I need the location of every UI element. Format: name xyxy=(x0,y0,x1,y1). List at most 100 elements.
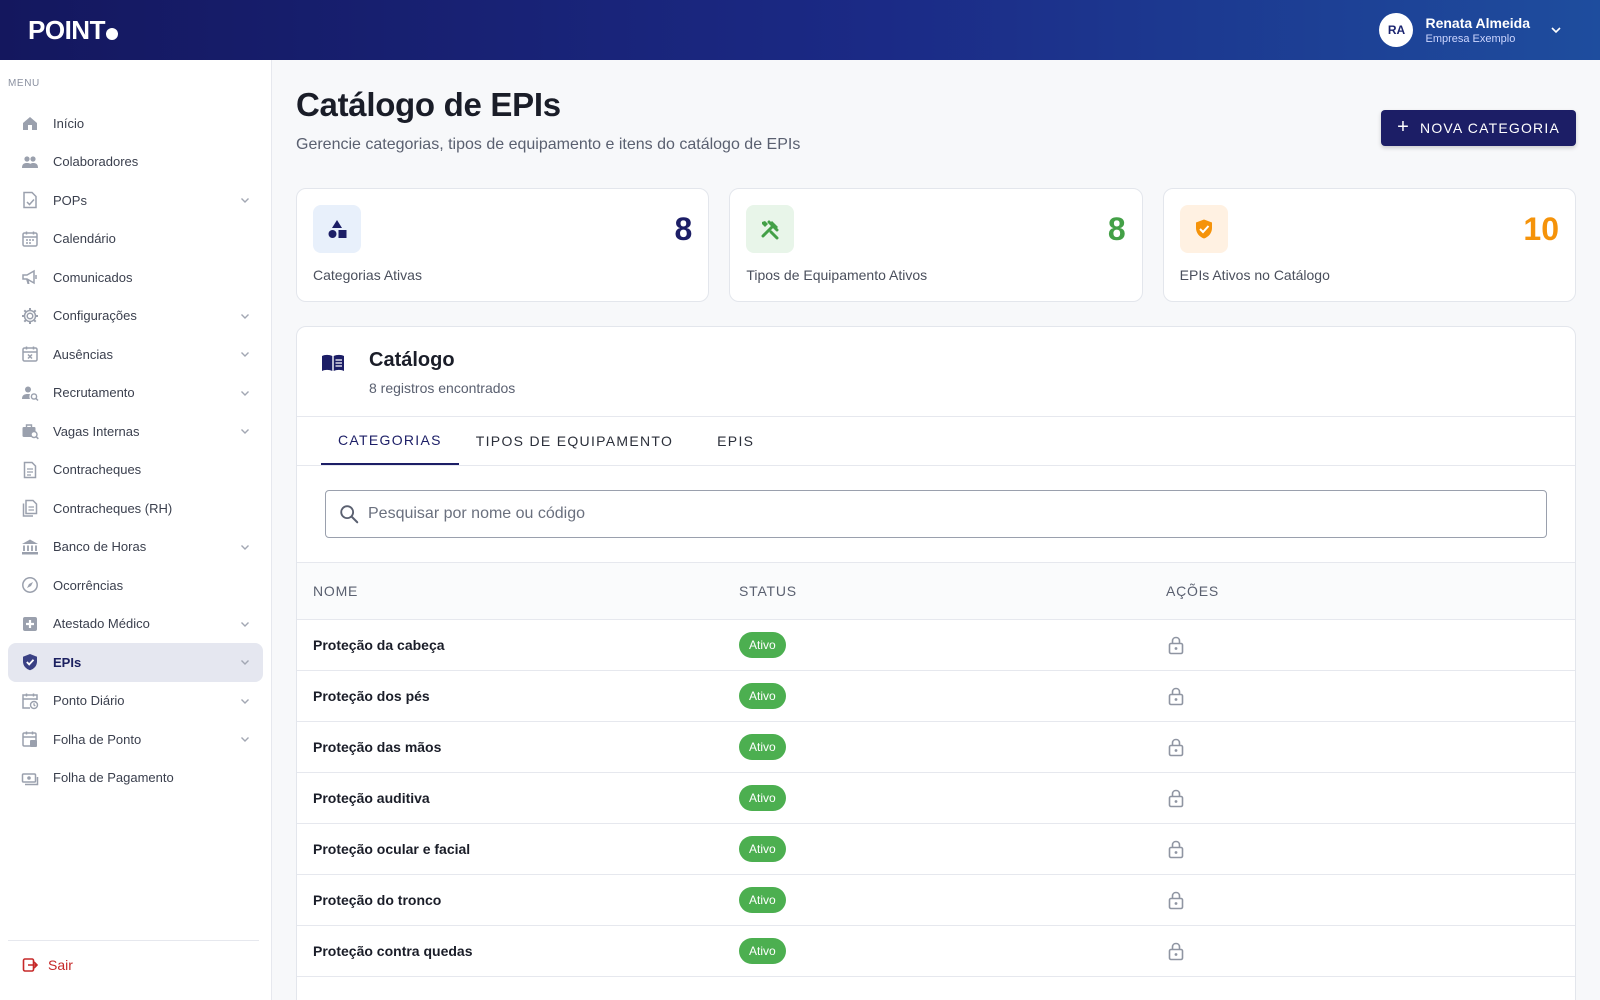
sidebar-item-label: Ausências xyxy=(53,346,113,362)
calendar-x-icon xyxy=(21,345,39,363)
tab-epis[interactable]: EPIS xyxy=(700,417,771,465)
status-badge: Ativo xyxy=(739,784,786,811)
user-company: Empresa Exemplo xyxy=(1425,33,1516,45)
chevron-down-icon[interactable] xyxy=(239,425,251,437)
sidebar-item-label: Comunicados xyxy=(53,269,133,285)
cell-name: Proteção do tronco xyxy=(313,891,442,908)
chevron-down-icon[interactable] xyxy=(239,618,251,630)
chevron-down-icon[interactable] xyxy=(239,541,251,553)
status-badge: Ativo xyxy=(739,886,786,913)
cell-status: Ativo xyxy=(723,721,1150,772)
sidebar-item-banco-de-horas[interactable]: Banco de Horas xyxy=(8,528,263,567)
chevron-down-icon[interactable] xyxy=(239,348,251,360)
sidebar-item-comunicados[interactable]: Comunicados xyxy=(8,258,263,297)
catalog-count: 8 registros encontrados xyxy=(369,380,516,396)
logo[interactable]: POINT xyxy=(28,15,118,46)
table-row[interactable]: Proteção auditiva Ativo xyxy=(297,772,1575,823)
lock-icon[interactable] xyxy=(1166,890,1186,910)
column-header-status[interactable]: STATUS xyxy=(723,563,1150,619)
logo-dot xyxy=(105,28,118,40)
catalog-card: Catálogo 8 registros encontrados CATEGOR… xyxy=(296,326,1576,1000)
chevron-down-icon[interactable] xyxy=(239,387,251,399)
chevron-down-icon[interactable] xyxy=(1550,24,1562,36)
chevron-down-icon[interactable] xyxy=(239,733,251,745)
stat-card-catalog-epis: 10 EPIs Ativos no Catálogo xyxy=(1162,188,1576,302)
sidebar-item-recrutamento[interactable]: Recrutamento xyxy=(8,374,263,413)
sidebar-nav: Início Colaboradores POPs Calendário Comunic… xyxy=(0,104,271,797)
avatar: RA xyxy=(1379,13,1414,47)
sidebar-item-pops[interactable]: POPs xyxy=(8,181,263,220)
stat-label: Categorias Ativas xyxy=(313,267,422,283)
cell-actions xyxy=(1150,670,1575,721)
lock-icon[interactable] xyxy=(1166,941,1186,961)
receipt-stack-icon xyxy=(21,499,39,517)
table-row[interactable]: Proteção ocular e facial Ativo xyxy=(297,823,1575,874)
cell-name: Proteção contra quedas xyxy=(313,942,473,959)
lock-icon[interactable] xyxy=(1166,737,1186,757)
table-row[interactable]: Proteção contra quedas Ativo xyxy=(297,925,1575,976)
user-menu[interactable]: RA Renata Almeida Empresa Exemplo xyxy=(1379,13,1562,47)
sidebar-item-inicio[interactable]: Início xyxy=(8,104,263,143)
sidebar-item-label: EPIs xyxy=(53,654,82,670)
table-row[interactable] xyxy=(297,976,1575,1000)
sidebar-item-ocorrencias[interactable]: Ocorrências xyxy=(8,566,263,605)
sidebar-item-folha-de-pagamento[interactable]: Folha de Pagamento xyxy=(8,759,263,798)
column-header-name[interactable]: NOME xyxy=(297,563,723,619)
stat-icon-wrap xyxy=(1179,205,1228,253)
sidebar-item-colaboradores[interactable]: Colaboradores xyxy=(8,143,263,182)
table-row[interactable]: Proteção das mãos Ativo xyxy=(297,721,1575,772)
chevron-down-icon[interactable] xyxy=(239,695,251,707)
status-badge: Ativo xyxy=(739,733,786,760)
tab-equipment-types[interactable]: TIPOS DE EQUIPAMENTO xyxy=(459,417,690,465)
sidebar-item-label: Calendário xyxy=(53,231,116,247)
cell-status: Ativo xyxy=(723,619,1150,670)
lock-icon[interactable] xyxy=(1166,635,1186,655)
compass-icon xyxy=(21,576,39,594)
cell-status xyxy=(723,976,1150,1000)
cell-name: Proteção dos pés xyxy=(313,687,430,704)
status-badge: Ativo xyxy=(739,631,786,658)
logout-label: Sair xyxy=(48,957,73,973)
megaphone-icon xyxy=(21,268,39,286)
cell-status: Ativo xyxy=(723,925,1150,976)
chevron-down-icon[interactable] xyxy=(239,194,251,206)
sidebar-item-configuracoes[interactable]: Configurações xyxy=(8,297,263,336)
sidebar-item-label: Folha de Pagamento xyxy=(53,770,174,786)
new-category-button[interactable]: + NOVA CATEGORIA xyxy=(1381,110,1576,146)
lock-icon[interactable] xyxy=(1166,686,1186,706)
shield-check-icon xyxy=(21,653,39,671)
sidebar-item-atestado-medico[interactable]: Atestado Médico xyxy=(8,605,263,644)
cell-name: Proteção ocular e facial xyxy=(313,840,471,857)
tab-categories[interactable]: CATEGORIAS xyxy=(321,417,459,465)
table-header-row: NOME STATUS AÇÕES xyxy=(297,563,1575,619)
sidebar-item-contracheques-rh[interactable]: Contracheques (RH) xyxy=(8,489,263,528)
chevron-down-icon[interactable] xyxy=(239,656,251,668)
sidebar-item-vagas-internas[interactable]: Vagas Internas xyxy=(8,412,263,451)
sidebar-footer: Sair xyxy=(8,940,259,973)
sidebar-item-label: Banco de Horas xyxy=(53,539,147,555)
chevron-down-icon[interactable] xyxy=(239,310,251,322)
cell-name: Proteção auditiva xyxy=(313,789,430,806)
search-box[interactable] xyxy=(325,490,1547,538)
payments-icon xyxy=(21,769,39,787)
cell-actions xyxy=(1150,772,1575,823)
sidebar-item-contracheques[interactable]: Contracheques xyxy=(8,451,263,490)
calendar-icon xyxy=(21,230,39,248)
lock-icon[interactable] xyxy=(1166,788,1186,808)
logout-button[interactable]: Sair xyxy=(8,957,259,973)
sidebar-item-label: Folha de Ponto xyxy=(53,731,142,747)
sidebar-item-ponto-diario[interactable]: Ponto Diário xyxy=(8,682,263,721)
sidebar-item-folha-de-ponto[interactable]: Folha de Ponto xyxy=(8,720,263,759)
table-row[interactable]: Proteção dos pés Ativo xyxy=(297,670,1575,721)
lock-icon[interactable] xyxy=(1166,839,1186,859)
table-row[interactable]: Proteção do tronco Ativo xyxy=(297,874,1575,925)
sidebar-item-calendario[interactable]: Calendário xyxy=(8,220,263,259)
sidebar-item-ausencias[interactable]: Ausências xyxy=(8,335,263,374)
sidebar-item-epis[interactable]: EPIs xyxy=(8,643,263,682)
cell-status: Ativo xyxy=(723,823,1150,874)
work-search-icon xyxy=(21,422,39,440)
search-input[interactable] xyxy=(368,505,1534,523)
stat-label: EPIs Ativos no Catálogo xyxy=(1179,267,1330,283)
table-row[interactable]: Proteção da cabeça Ativo xyxy=(297,619,1575,670)
new-category-label: NOVA CATEGORIA xyxy=(1420,120,1560,136)
